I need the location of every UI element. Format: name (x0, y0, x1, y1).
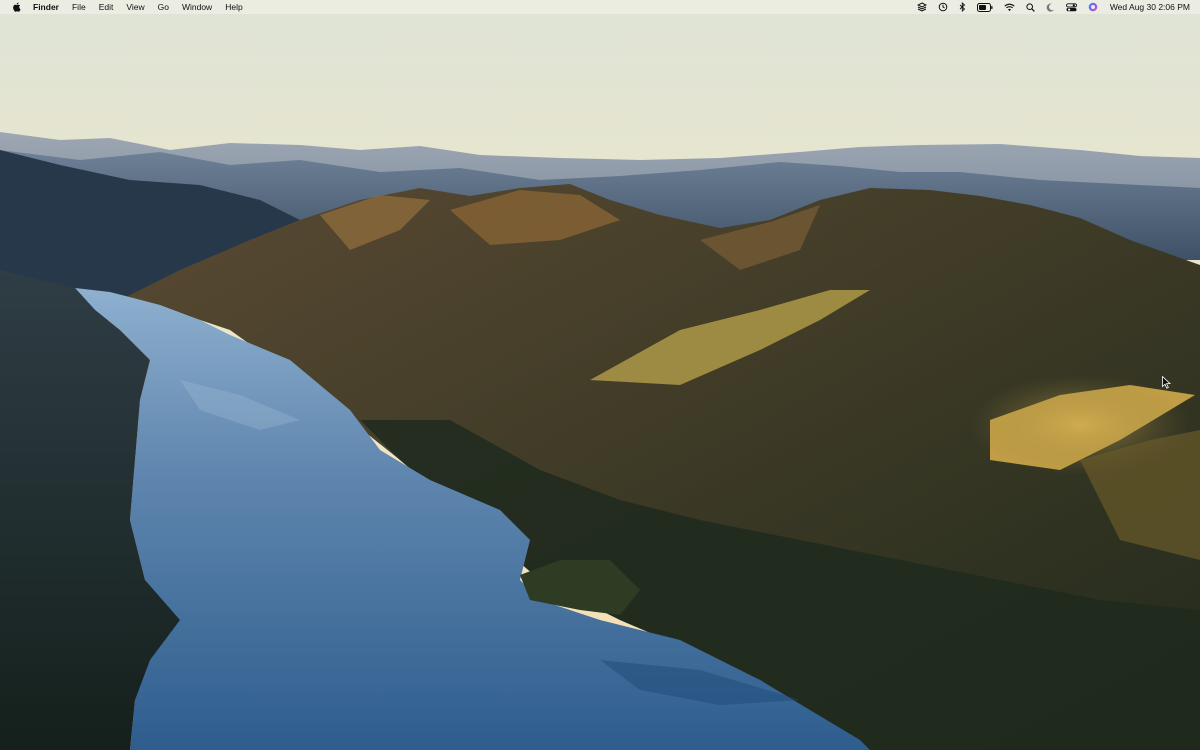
control-center-icon[interactable] (1065, 0, 1077, 14)
siri-icon[interactable] (1088, 0, 1098, 14)
battery-icon[interactable] (976, 0, 993, 14)
menu-bar: Finder File Edit View Go Window Help Wed… (0, 0, 1200, 14)
menu-bar-left: Finder File Edit View Go Window Help (12, 0, 256, 14)
desktop-wallpaper (0, 0, 1200, 750)
menu-app-name[interactable]: Finder (33, 2, 59, 12)
menu-bar-clock[interactable]: Wed Aug 30 2:06 PM (1110, 2, 1190, 12)
bluetooth-icon[interactable] (959, 0, 966, 14)
apple-icon[interactable] (12, 2, 21, 12)
menu-edit[interactable]: Edit (99, 2, 114, 12)
menu-help[interactable]: Help (225, 2, 242, 12)
time-machine-icon[interactable] (938, 0, 948, 14)
menu-go[interactable]: Go (158, 2, 169, 12)
menu-file[interactable]: File (72, 2, 86, 12)
mouse-cursor-icon (1162, 376, 1171, 389)
moon-icon[interactable] (1046, 0, 1055, 14)
menu-view[interactable]: View (126, 2, 144, 12)
wifi-icon[interactable] (1004, 0, 1015, 14)
search-icon[interactable] (1026, 0, 1035, 14)
menu-window[interactable]: Window (182, 2, 212, 12)
stack-icon[interactable] (916, 0, 927, 14)
menu-bar-right: Wed Aug 30 2:06 PM (906, 0, 1190, 14)
